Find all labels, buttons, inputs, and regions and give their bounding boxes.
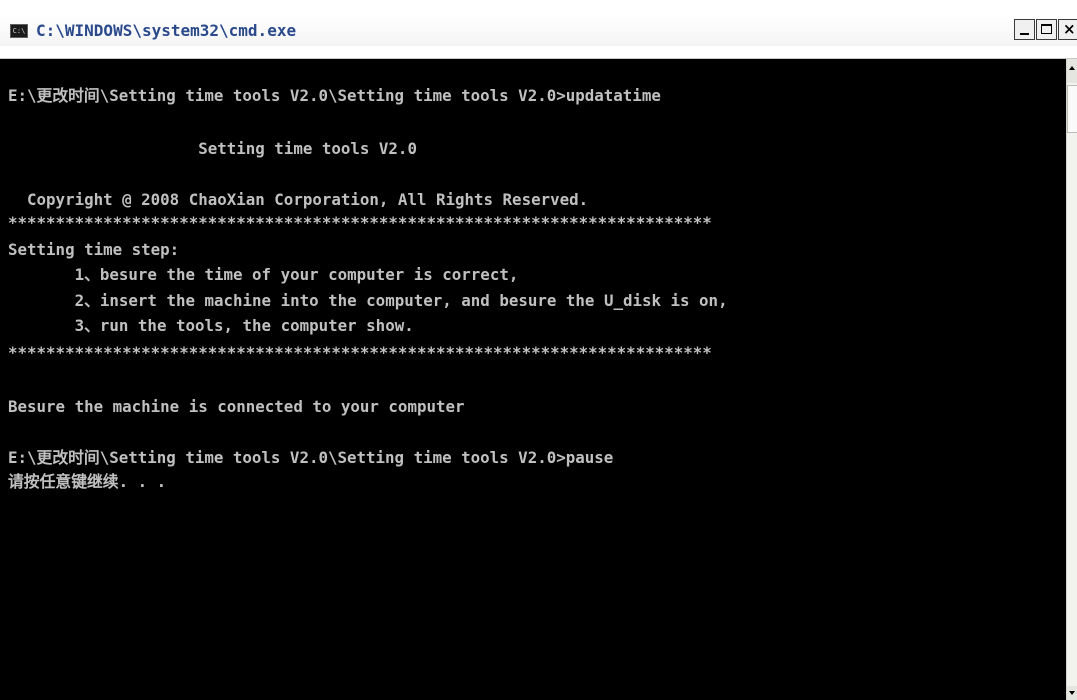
console-line: ****************************************… xyxy=(8,213,712,232)
close-button[interactable]: × xyxy=(1058,19,1077,40)
console-line: 请按任意键继续. . . xyxy=(8,472,167,491)
title-bar[interactable]: C:\ C:\WINDOWS\system32\cmd.exe × xyxy=(0,0,1077,59)
vertical-scrollbar[interactable] xyxy=(1066,59,1077,700)
arrow-down-icon xyxy=(1069,691,1075,695)
console-line: E:\更改时间\Setting time tools V2.0\Setting … xyxy=(8,448,614,467)
maximize-button[interactable] xyxy=(1036,19,1057,40)
console-app-icon[interactable]: C:\ xyxy=(10,24,28,38)
console-line: Setting time tools V2.0 xyxy=(8,139,417,158)
console-line: Besure the machine is connected to your … xyxy=(8,397,465,416)
console-line: 3、run the tools, the computer show. xyxy=(8,316,414,335)
console-line: Copyright @ 2008 ChaoXian Corporation, A… xyxy=(8,190,589,209)
console-line: ****************************************… xyxy=(8,343,712,362)
arrow-up-icon xyxy=(1069,66,1075,70)
scroll-thumb[interactable] xyxy=(1067,85,1077,133)
minimize-button[interactable] xyxy=(1014,19,1035,40)
window-title: C:\WINDOWS\system32\cmd.exe xyxy=(36,21,297,40)
scroll-down-button[interactable] xyxy=(1067,686,1077,700)
console-line: E:\更改时间\Setting time tools V2.0\Setting … xyxy=(8,86,661,105)
maximize-icon xyxy=(1041,24,1052,34)
cmd-window: C:\ C:\WINDOWS\system32\cmd.exe × E:\更改时… xyxy=(0,0,1077,700)
console-line: 2、insert the machine into the computer, … xyxy=(8,291,728,310)
close-icon: × xyxy=(1063,20,1076,38)
scroll-up-button[interactable] xyxy=(1067,59,1077,83)
console-line: Setting time step: xyxy=(8,240,180,259)
minimize-icon xyxy=(1020,33,1029,35)
console-line: 1、besure the time of your computer is co… xyxy=(8,265,519,284)
console-output[interactable]: E:\更改时间\Setting time tools V2.0\Setting … xyxy=(0,59,1066,700)
